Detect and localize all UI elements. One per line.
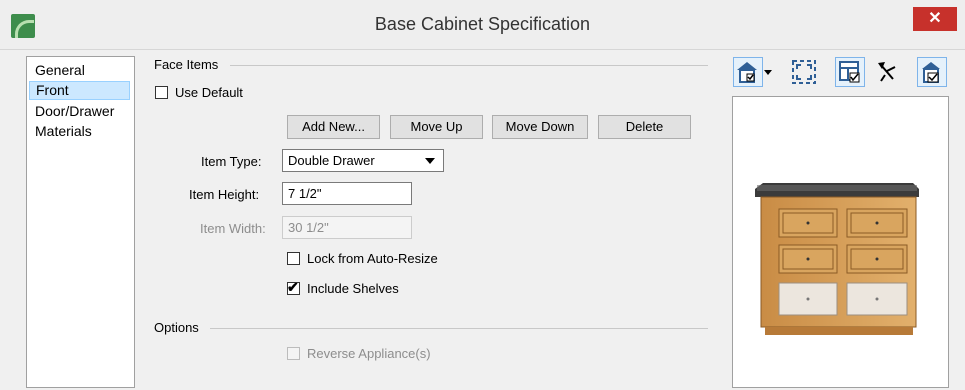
reverse-appliance-checkbox <box>287 347 300 360</box>
view-house-button[interactable] <box>733 57 763 87</box>
lock-auto-resize-checkbox[interactable] <box>287 252 300 265</box>
title-bar: Base Cabinet Specification ✕ <box>0 0 965 50</box>
sidebar-item-materials[interactable]: Materials <box>29 122 130 141</box>
sidebar-item-front[interactable]: Front <box>29 81 130 100</box>
item-height-label: Item Height: <box>189 187 260 202</box>
window-title: Base Cabinet Specification <box>374 14 591 34</box>
item-type-value: Double Drawer <box>288 153 375 168</box>
cabinet-preview-pane[interactable] <box>732 96 949 388</box>
cabinet-preview-image <box>755 183 919 335</box>
chevron-down-icon <box>425 158 435 164</box>
add-new-button[interactable]: Add New... <box>287 115 380 139</box>
floor-plan-icon <box>839 61 860 83</box>
view-house-icon <box>737 62 757 83</box>
lock-auto-resize-label: Lock from Auto-Resize <box>307 251 438 266</box>
item-width-label: Item Width: <box>200 221 266 236</box>
move-up-button[interactable]: Move Up <box>390 115 483 139</box>
face-items-group-title: Face Items <box>154 57 219 72</box>
sidebar-item-general[interactable]: General <box>29 61 130 80</box>
item-height-input[interactable]: 7 1/2" <box>282 182 412 205</box>
use-default-label: Use Default <box>175 85 243 100</box>
fit-to-window-icon <box>792 60 816 84</box>
orbit-camera-button[interactable] <box>873 57 903 87</box>
item-type-select[interactable]: Double Drawer <box>282 149 444 172</box>
elevation-view-button[interactable] <box>917 57 947 87</box>
close-button[interactable]: ✕ <box>913 7 957 31</box>
sidebar-item-door-drawer[interactable]: Door/Drawer <box>29 102 130 121</box>
floor-plan-button[interactable] <box>835 57 865 87</box>
include-shelves-checkbox[interactable]: ✔ <box>287 279 300 295</box>
move-down-button[interactable]: Move Down <box>492 115 588 139</box>
fit-to-window-button[interactable] <box>789 57 819 87</box>
reverse-appliance-label: Reverse Appliance(s) <box>307 346 431 361</box>
options-group-title: Options <box>154 320 199 335</box>
delete-button[interactable]: Delete <box>598 115 691 139</box>
use-default-checkbox[interactable] <box>155 86 168 99</box>
category-list: General Front Door/Drawer Materials <box>26 56 135 388</box>
caret-down-icon <box>764 70 772 75</box>
orbit-camera-icon <box>878 62 896 82</box>
include-shelves-label: Include Shelves <box>307 281 399 296</box>
options-divider <box>210 328 708 329</box>
elevation-view-icon <box>922 62 940 83</box>
view-dropdown-button[interactable] <box>763 66 773 76</box>
item-width-input: 30 1/2" <box>282 216 412 239</box>
face-items-divider <box>230 65 708 66</box>
item-type-label: Item Type: <box>201 154 262 169</box>
checkmark-icon: ✔ <box>287 279 299 295</box>
